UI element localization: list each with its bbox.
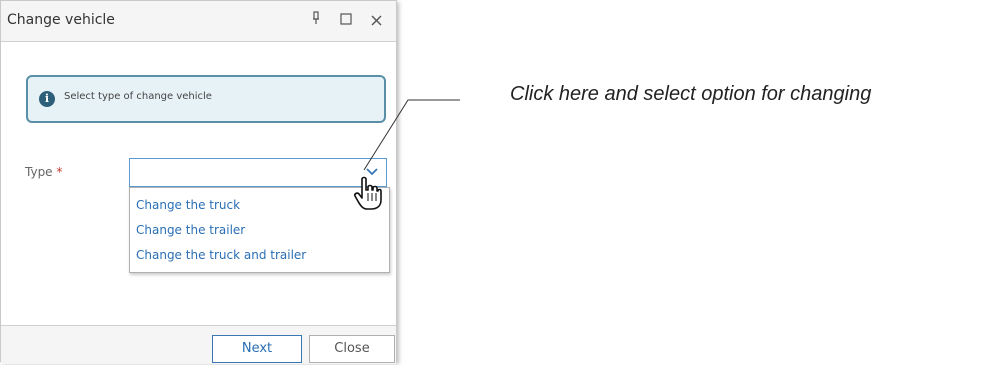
type-label-text: Type bbox=[25, 165, 53, 179]
hand-cursor-icon bbox=[353, 176, 383, 216]
dropdown-option-change-truck-and-trailer[interactable]: Change the truck and trailer bbox=[136, 248, 306, 262]
maximize-icon[interactable] bbox=[335, 10, 357, 32]
dropdown-option-change-trailer[interactable]: Change the trailer bbox=[136, 223, 245, 237]
required-marker: * bbox=[56, 165, 63, 179]
info-message-box: i Select type of change vehicle bbox=[26, 75, 386, 123]
info-message-text: Select type of change vehicle bbox=[64, 91, 212, 102]
dialog-titlebar: Change vehicle bbox=[1, 1, 396, 42]
info-icon: i bbox=[39, 91, 55, 107]
dialog-title: Change vehicle bbox=[7, 12, 115, 28]
close-button[interactable]: Close bbox=[309, 335, 395, 363]
type-dropdown-list: Change the truck Change the trailer Chan… bbox=[129, 187, 390, 273]
dropdown-option-change-truck[interactable]: Change the truck bbox=[136, 198, 240, 212]
type-field-label: Type * bbox=[25, 165, 62, 179]
pin-icon[interactable] bbox=[305, 10, 327, 32]
next-button[interactable]: Next bbox=[212, 335, 302, 363]
annotation-text: Click here and select option for changin… bbox=[510, 83, 872, 105]
close-icon[interactable] bbox=[365, 10, 387, 32]
change-vehicle-dialog: Change vehicle i Select type of change v… bbox=[0, 0, 397, 364]
dialog-footer: Next Close bbox=[1, 325, 396, 364]
type-select[interactable] bbox=[129, 158, 387, 187]
